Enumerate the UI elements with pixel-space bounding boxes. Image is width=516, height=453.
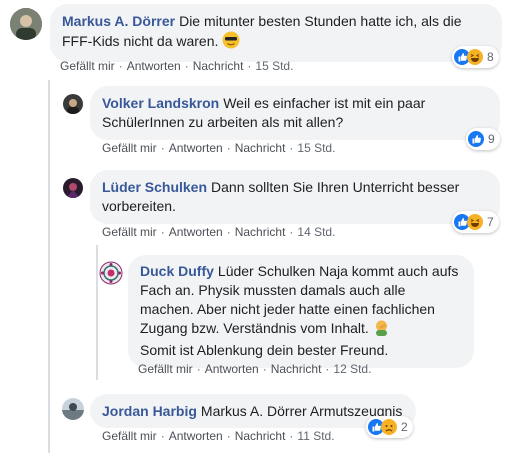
comment-actions: Gefällt mir · Antworten · Nachricht · 11 Std. [102, 429, 335, 443]
reaction-summary[interactable]: 7 [452, 211, 499, 233]
avatar[interactable] [62, 398, 84, 420]
timestamp[interactable]: 15 Std. [255, 59, 293, 73]
reply-thread-line [96, 245, 98, 380]
timestamp[interactable]: 11 Std. [297, 429, 334, 443]
message-link[interactable]: Nachricht [193, 59, 244, 73]
comment-actions: Gefällt mir · Antworten · Nachricht · 14 Std. [102, 225, 336, 239]
avatar[interactable] [63, 178, 83, 198]
haha-icon [467, 214, 483, 230]
avatar[interactable] [63, 94, 83, 114]
like-link[interactable]: Gefällt mir [60, 59, 115, 73]
timestamp[interactable]: 12 Std. [333, 362, 371, 376]
comment-author[interactable]: Lüder Schulken [102, 179, 207, 195]
reaction-count: 9 [488, 132, 495, 146]
sad-icon [381, 419, 397, 435]
like-icon [468, 131, 484, 147]
reaction-summary[interactable]: 2 [366, 416, 413, 438]
avatar-image [62, 398, 84, 420]
reaction-count: 2 [401, 420, 408, 434]
reply-link[interactable]: Antworten [127, 59, 181, 73]
message-link[interactable]: Nachricht [271, 362, 322, 376]
comment-author[interactable]: Jordan Harbig [102, 403, 197, 419]
haha-icon [467, 49, 483, 65]
reaction-count: 8 [487, 50, 494, 64]
reply-link[interactable]: Antworten [169, 225, 223, 239]
reaction-summary[interactable]: 9 [466, 128, 500, 150]
timestamp[interactable]: 14 Std. [297, 225, 335, 239]
reply-link[interactable]: Antworten [169, 141, 223, 155]
like-link[interactable]: Gefällt mir [102, 141, 157, 155]
reply-link[interactable]: Antworten [169, 429, 223, 443]
comment-actions: Gefällt mir · Antworten · Nachricht · 15 Std. [60, 59, 294, 73]
message-link[interactable]: Nachricht [235, 429, 286, 443]
comment-actions: Gefällt mir · Antworten · Nachricht · 15 Std. [102, 141, 336, 155]
like-link[interactable]: Gefällt mir [102, 225, 157, 239]
comment-author[interactable]: Markus A. Dörrer [62, 13, 175, 29]
reply-link[interactable]: Antworten [205, 362, 259, 376]
timestamp[interactable]: 15 Std. [297, 141, 335, 155]
avatar-image [63, 178, 83, 198]
comment-author[interactable]: Duck Duffy [140, 263, 214, 279]
facepalm-emoji [373, 319, 390, 341]
comment-bubble: Markus A. Dörrer Die mitunter besten Stun… [50, 4, 502, 62]
comment-text-second-line: Somit ist Ablenkung dein bester Freund. [140, 342, 389, 358]
reaction-summary[interactable]: 8 [452, 46, 499, 68]
reaction-count: 7 [487, 215, 494, 229]
mandala-avatar-image [99, 261, 123, 285]
comment-bubble: Volker Landskron Weil es einfacher ist mi… [90, 86, 500, 140]
avatar-image [10, 8, 42, 40]
comment-actions: Gefällt mir · Antworten · Nachricht · 12 Std. [138, 362, 372, 376]
thread-line [48, 80, 50, 453]
like-link[interactable]: Gefällt mir [138, 362, 193, 376]
comment-bubble: Lüder Schulken Dann sollten Sie Ihren Unt… [90, 170, 500, 224]
avatar[interactable] [10, 8, 42, 40]
like-link[interactable]: Gefällt mir [102, 429, 157, 443]
comment-author[interactable]: Volker Landskron [102, 95, 219, 111]
comment-bubble: Duck Duffy Lüder Schulken Naja kommt auch… [128, 255, 474, 368]
avatar[interactable] [99, 261, 123, 285]
cool-face-emoji [222, 31, 240, 54]
avatar-image [63, 94, 83, 114]
message-link[interactable]: Nachricht [235, 141, 286, 155]
message-link[interactable]: Nachricht [235, 225, 286, 239]
